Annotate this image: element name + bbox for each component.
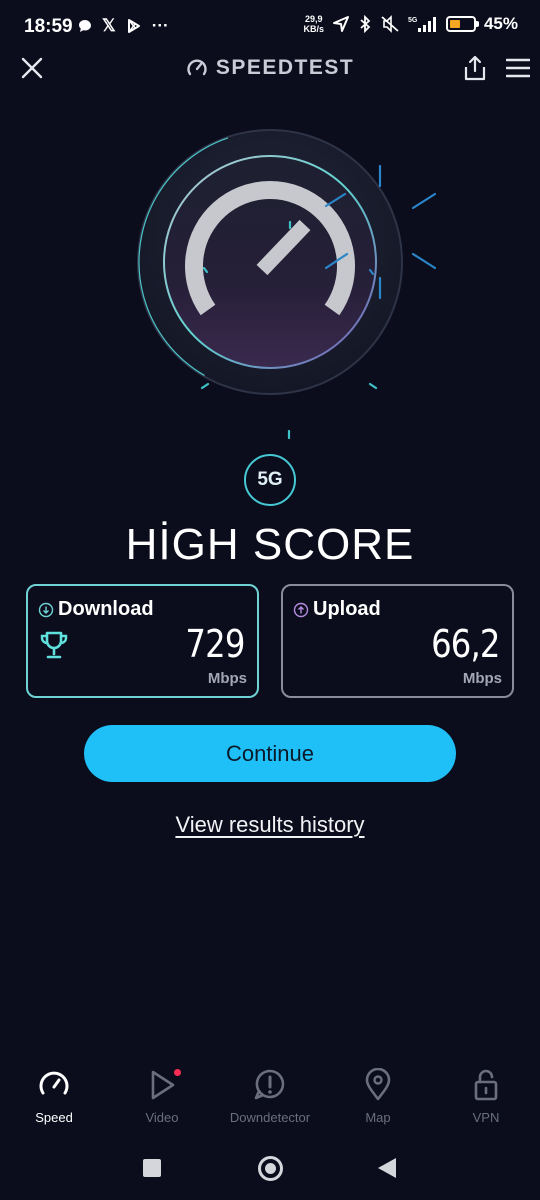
nav-item-video[interactable]: Video xyxy=(108,1068,216,1132)
upload-value: 66,2 xyxy=(431,622,500,666)
bluetooth-icon xyxy=(360,15,371,33)
alert-icon xyxy=(254,1069,285,1100)
upload-unit: Mbps xyxy=(462,670,502,687)
battery-percent: 45% xyxy=(483,14,518,33)
home-icon[interactable] xyxy=(258,1156,283,1181)
upload-label-row: Upload xyxy=(293,598,381,621)
speedtest-result-screen: 18:59 𝕏 ··· 29,9 KB/s 5G 45% SPEEDTEST 5… xyxy=(0,0,540,1200)
trophy-icon xyxy=(40,631,68,659)
video-notification-dot xyxy=(174,1069,181,1076)
continue-button[interactable]: Continue xyxy=(84,725,456,782)
speedometer-logo-icon xyxy=(187,59,207,76)
network-speed-value: 29,9 xyxy=(304,14,323,24)
system-status-icons: 29,9 KB/s 5G 45% xyxy=(303,14,518,34)
network-speed-unit: KB/s xyxy=(303,24,324,34)
speedometer-icon xyxy=(39,1071,69,1095)
app-header: SPEEDTEST xyxy=(0,52,540,84)
battery-icon xyxy=(445,16,479,32)
speed-gauge xyxy=(137,129,437,440)
upload-arrow-icon xyxy=(293,602,309,617)
share-icon[interactable] xyxy=(462,54,488,82)
download-value: 729 xyxy=(185,622,246,666)
menu-icon[interactable] xyxy=(506,58,530,78)
location-icon xyxy=(332,16,349,32)
status-bar: 18:59 𝕏 ··· 29,9 KB/s 5G 45% xyxy=(0,0,540,52)
nav-label-downdetector: Downdetector xyxy=(229,1110,311,1125)
nav-item-downdetector[interactable]: Downdetector xyxy=(216,1068,324,1132)
download-arrow-icon xyxy=(38,602,54,617)
signal-network-label: 5G xyxy=(408,17,418,24)
notification-icons: 𝕏 ··· xyxy=(78,16,169,36)
more-icon: ··· xyxy=(151,16,169,35)
high-score-title: HİGH SCORE xyxy=(125,520,415,569)
download-label: Download xyxy=(58,598,154,620)
nav-label-video: Video xyxy=(145,1110,179,1125)
nav-item-speed[interactable]: Speed xyxy=(0,1068,108,1132)
app-brand: SPEEDTEST xyxy=(0,56,540,80)
play-store-icon xyxy=(127,19,140,33)
upload-label: Upload xyxy=(313,598,381,620)
system-navigation-bar xyxy=(0,1150,540,1190)
status-time: 18:59 xyxy=(24,16,73,37)
map-pin-icon xyxy=(365,1068,391,1101)
view-results-history-link[interactable]: View results history xyxy=(0,812,540,838)
play-icon xyxy=(145,1068,181,1102)
nav-label-map: Map xyxy=(365,1110,391,1125)
bottom-navigation: Speed Video Downdetector Map VPN xyxy=(0,1068,540,1132)
upload-result-card[interactable]: Upload 66,2 Mbps xyxy=(281,584,514,698)
lock-icon xyxy=(474,1069,498,1101)
signal-icon: 5G xyxy=(408,17,436,32)
download-result-card[interactable]: Download 729 Mbps xyxy=(26,584,259,698)
download-label-row: Download xyxy=(38,598,154,621)
recent-apps-icon[interactable] xyxy=(143,1159,161,1177)
back-icon[interactable] xyxy=(378,1158,396,1178)
mute-icon xyxy=(381,15,399,33)
chat-bubble-icon xyxy=(79,20,91,32)
network-speed: 29,9 KB/s xyxy=(303,14,324,34)
download-unit: Mbps xyxy=(207,670,247,687)
app-title: SPEEDTEST xyxy=(215,56,355,79)
x-icon: 𝕏 xyxy=(102,16,116,35)
nav-item-map[interactable]: Map xyxy=(324,1068,432,1132)
nav-item-vpn[interactable]: VPN xyxy=(432,1068,540,1132)
nav-label-vpn: VPN xyxy=(472,1110,500,1125)
network-type-badge: 5G xyxy=(244,454,296,506)
nav-label-speed: Speed xyxy=(35,1110,73,1125)
